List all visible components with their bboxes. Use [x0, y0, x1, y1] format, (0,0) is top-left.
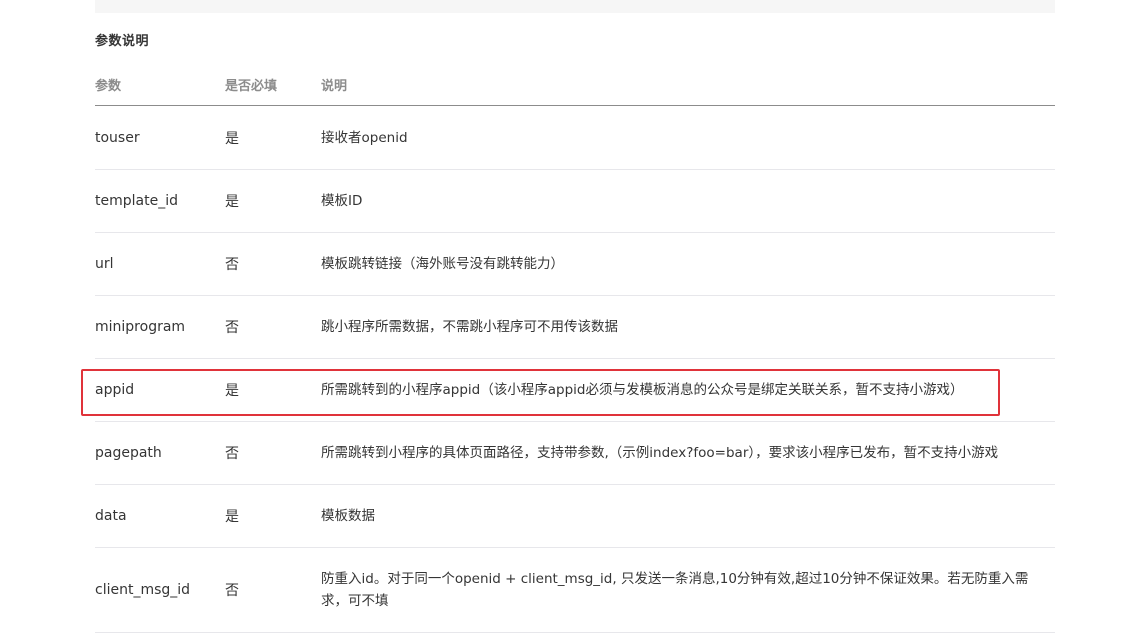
param-name: template_id [95, 169, 225, 233]
param-required: 是 [225, 358, 321, 422]
table-row: url 否 模板跳转链接（海外账号没有跳转能力） [95, 232, 1055, 296]
param-description: 模板跳转链接（海外账号没有跳转能力） [321, 232, 1055, 296]
param-description: 防重入id。对于同一个openid + client_msg_id, 只发送一条… [321, 547, 1055, 633]
param-description: 跳小程序所需数据，不需跳小程序可不用传该数据 [321, 295, 1055, 359]
table-row: touser 是 接收者openid [95, 105, 1055, 170]
param-description: 所需跳转到小程序的具体页面路径，支持带参数,（示例index?foo=bar），… [321, 421, 1055, 485]
param-description: 模板ID [321, 169, 1055, 233]
param-required: 否 [225, 547, 321, 633]
param-description: 模板数据 [321, 484, 1055, 548]
table-row: template_id 是 模板ID [95, 169, 1055, 233]
params-table: 参数 是否必填 说明 touser 是 接收者openid template_i… [95, 63, 1055, 633]
param-name: url [95, 232, 225, 296]
table-header-row: 参数 是否必填 说明 [95, 63, 1055, 106]
table-row: appid 是 所需跳转到的小程序appid（该小程序appid必须与发模板消息… [95, 358, 1055, 422]
param-description: 接收者openid [321, 105, 1055, 170]
section-title: 参数说明 [95, 34, 150, 49]
table-row: data 是 模板数据 [95, 484, 1055, 548]
param-required: 是 [225, 484, 321, 548]
param-name: data [95, 484, 225, 548]
param-required: 否 [225, 421, 321, 485]
header-param: 参数 [95, 63, 225, 106]
table-row: client_msg_id 否 防重入id。对于同一个openid + clie… [95, 547, 1055, 633]
table-row: pagepath 否 所需跳转到小程序的具体页面路径，支持带参数,（示例inde… [95, 421, 1055, 485]
header-description: 说明 [321, 63, 1055, 106]
param-name: pagepath [95, 421, 225, 485]
table-row: miniprogram 否 跳小程序所需数据，不需跳小程序可不用传该数据 [95, 295, 1055, 359]
param-required: 是 [225, 169, 321, 233]
param-name: miniprogram [95, 295, 225, 359]
code-block-bottom [95, 0, 1055, 13]
param-description: 所需跳转到的小程序appid（该小程序appid必须与发模板消息的公众号是绑定关… [321, 358, 1055, 422]
param-required: 否 [225, 295, 321, 359]
param-name: touser [95, 105, 225, 170]
param-name: client_msg_id [95, 547, 225, 633]
param-required: 否 [225, 232, 321, 296]
header-required: 是否必填 [225, 63, 321, 106]
param-required: 是 [225, 105, 321, 170]
param-name: appid [95, 358, 225, 422]
